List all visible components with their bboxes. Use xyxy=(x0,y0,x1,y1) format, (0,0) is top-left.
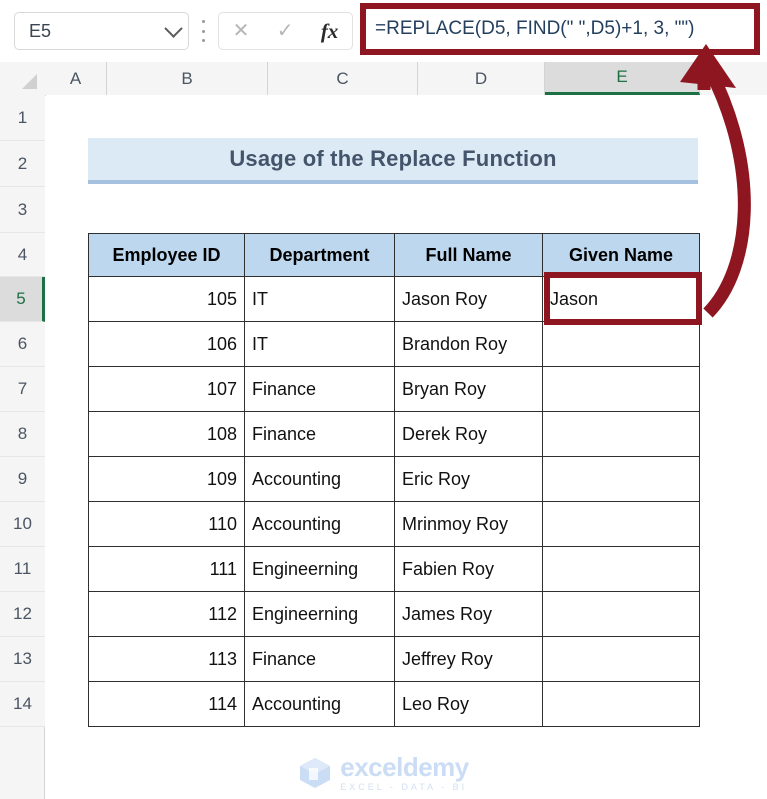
formula-action-buttons: ✕ ✓ fx xyxy=(218,12,353,50)
cell-employee-id[interactable]: 107 xyxy=(88,366,245,412)
column-header-full-name: Full Name xyxy=(394,233,543,277)
page-title: Usage of the Replace Function xyxy=(229,146,557,171)
row-header-6[interactable]: 6 xyxy=(0,322,45,367)
select-all-triangle-icon xyxy=(22,74,37,89)
formula-text: =REPLACE(D5, FIND(" ",D5)+1, 3, "") xyxy=(375,18,695,39)
table-row[interactable]: 114 Accounting Leo Roy xyxy=(88,681,700,727)
column-header-e[interactable]: E xyxy=(545,62,700,95)
cell-department[interactable]: Accounting xyxy=(244,681,395,727)
column-header-a[interactable]: A xyxy=(45,62,107,95)
row-header-3[interactable]: 3 xyxy=(0,187,45,233)
column-header-b[interactable]: B xyxy=(107,62,268,95)
row-header-4[interactable]: 4 xyxy=(0,233,45,277)
cell-full-name[interactable]: James Roy xyxy=(394,591,543,637)
vertical-dots-icon[interactable] xyxy=(200,20,206,42)
cell-employee-id[interactable]: 111 xyxy=(88,546,245,592)
cell-given-name[interactable] xyxy=(542,681,700,727)
cell-given-name[interactable] xyxy=(542,546,700,592)
row-header-5[interactable]: 5 xyxy=(0,277,45,322)
cell-full-name[interactable]: Bryan Roy xyxy=(394,366,543,412)
cell-full-name[interactable]: Jason Roy xyxy=(394,276,543,322)
watermark-tagline: EXCEL - DATA - BI xyxy=(340,782,468,792)
cell-department[interactable]: Finance xyxy=(244,636,395,682)
row-header-2[interactable]: 2 xyxy=(0,141,45,187)
cell-full-name[interactable]: Fabien Roy xyxy=(394,546,543,592)
table-row[interactable]: 111 Engineerning Fabien Roy xyxy=(88,546,700,592)
cell-full-name[interactable]: Brandon Roy xyxy=(394,321,543,367)
cell-employee-id[interactable]: 105 xyxy=(88,276,245,322)
table-row[interactable]: 107 Finance Bryan Roy xyxy=(88,366,700,412)
row-header-11[interactable]: 11 xyxy=(0,547,45,592)
cell-department[interactable]: Accounting xyxy=(244,456,395,502)
row-header-13[interactable]: 13 xyxy=(0,637,45,682)
cell-given-name[interactable] xyxy=(542,591,700,637)
cell-given-name[interactable] xyxy=(542,411,700,457)
formula-bar-strip: E5 ✕ ✓ fx =REPLACE(D5, FIND(" ",D5)+1, 3… xyxy=(0,0,767,62)
insert-function-icon[interactable]: fx xyxy=(321,20,339,42)
column-header-department: Department xyxy=(244,233,395,277)
cell-given-name[interactable]: Jason xyxy=(542,276,700,322)
enter-icon[interactable]: ✓ xyxy=(277,21,294,41)
cell-full-name[interactable]: Mrinmoy Roy xyxy=(394,501,543,547)
sheet-title-banner: Usage of the Replace Function xyxy=(88,138,698,184)
cell-given-name[interactable] xyxy=(542,636,700,682)
table-row[interactable]: 110 Accounting Mrinmoy Roy xyxy=(88,501,700,547)
column-header-d[interactable]: D xyxy=(418,62,545,95)
cell-employee-id[interactable]: 109 xyxy=(88,456,245,502)
employee-table: Employee ID Department Full Name Given N… xyxy=(88,233,700,727)
table-row[interactable]: 108 Finance Derek Roy xyxy=(88,411,700,457)
row-header-column: 1 2 3 4 5 6 7 8 9 10 11 12 13 14 xyxy=(0,95,45,799)
cell-full-name[interactable]: Derek Roy xyxy=(394,411,543,457)
table-row[interactable]: 113 Finance Jeffrey Roy xyxy=(88,636,700,682)
chevron-down-icon[interactable] xyxy=(158,18,188,38)
name-box[interactable]: E5 xyxy=(14,12,189,50)
cell-full-name[interactable]: Eric Roy xyxy=(394,456,543,502)
cell-given-name[interactable] xyxy=(542,321,700,367)
cancel-icon[interactable]: ✕ xyxy=(233,21,250,41)
row-header-8[interactable]: 8 xyxy=(0,412,45,457)
cell-employee-id[interactable]: 113 xyxy=(88,636,245,682)
cell-department[interactable]: IT xyxy=(244,321,395,367)
column-header-given-name: Given Name xyxy=(542,233,700,277)
cell-department[interactable]: IT xyxy=(244,276,395,322)
watermark-name: exceldemy xyxy=(340,752,469,782)
table-header-row: Employee ID Department Full Name Given N… xyxy=(88,233,700,277)
exceldemy-cube-icon xyxy=(298,756,332,790)
row-header-7[interactable]: 7 xyxy=(0,367,45,412)
row-header-10[interactable]: 10 xyxy=(0,502,45,547)
cell-given-name[interactable] xyxy=(542,456,700,502)
cell-department[interactable]: Finance xyxy=(244,366,395,412)
cell-department[interactable]: Accounting xyxy=(244,501,395,547)
cell-employee-id[interactable]: 106 xyxy=(88,321,245,367)
table-row[interactable]: 112 Engineerning James Roy xyxy=(88,591,700,637)
row-header-14[interactable]: 14 xyxy=(0,682,45,727)
cell-department[interactable]: Engineerning xyxy=(244,546,395,592)
cell-given-name[interactable] xyxy=(542,501,700,547)
cell-department[interactable]: Engineerning xyxy=(244,591,395,637)
table-row[interactable]: 106 IT Brandon Roy xyxy=(88,321,700,367)
row-header-9[interactable]: 9 xyxy=(0,457,45,502)
row-header-12[interactable]: 12 xyxy=(0,592,45,637)
column-header-c[interactable]: C xyxy=(268,62,418,95)
select-all-button[interactable] xyxy=(0,62,46,95)
column-header-f[interactable] xyxy=(700,62,767,95)
cell-employee-id[interactable]: 112 xyxy=(88,591,245,637)
cell-given-name[interactable] xyxy=(542,366,700,412)
watermark: exceldemy EXCEL - DATA - BI xyxy=(0,748,767,798)
formula-input[interactable]: =REPLACE(D5, FIND(" ",D5)+1, 3, "") xyxy=(360,3,760,55)
cell-employee-id[interactable]: 108 xyxy=(88,411,245,457)
name-box-value: E5 xyxy=(29,20,52,41)
cell-department[interactable]: Finance xyxy=(244,411,395,457)
cell-employee-id[interactable]: 110 xyxy=(88,501,245,547)
cell-employee-id[interactable]: 114 xyxy=(88,681,245,727)
column-header-employee-id: Employee ID xyxy=(88,233,245,277)
row-header-1[interactable]: 1 xyxy=(0,95,45,141)
cell-full-name[interactable]: Jeffrey Roy xyxy=(394,636,543,682)
table-row[interactable]: 109 Accounting Eric Roy xyxy=(88,456,700,502)
cell-full-name[interactable]: Leo Roy xyxy=(394,681,543,727)
worksheet-canvas[interactable]: Usage of the Replace Function Employee I… xyxy=(46,95,767,799)
table-row[interactable]: 105 IT Jason Roy Jason xyxy=(88,276,700,322)
column-header-row: A B C D E xyxy=(0,62,767,96)
